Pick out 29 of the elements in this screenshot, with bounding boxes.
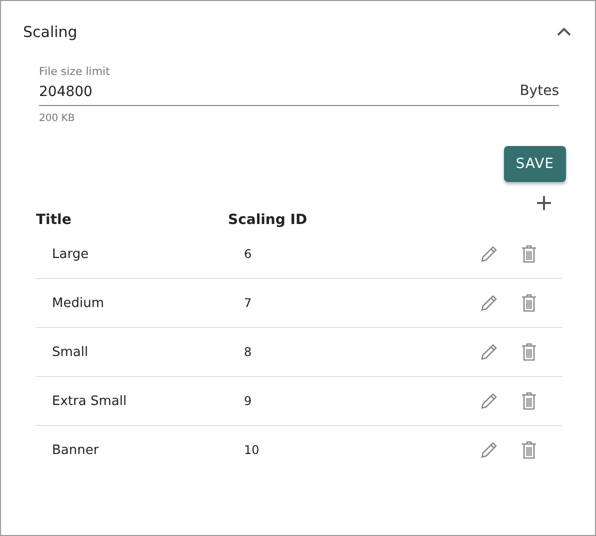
table-cell-text: 9	[243, 394, 253, 408]
unit-suffix: Bytes	[520, 83, 559, 99]
edit-icon[interactable]	[479, 391, 499, 411]
table-cell-text: 6	[243, 247, 253, 261]
column-header: Title	[36, 212, 72, 230]
column-header: Scaling ID	[228, 212, 308, 230]
table-cell-text: Large	[51, 246, 90, 262]
add-icon[interactable]	[535, 194, 553, 212]
edit-icon[interactable]	[479, 293, 499, 313]
save-button[interactable]: SAVE	[504, 146, 566, 182]
chevron-icon[interactable]	[557, 27, 571, 37]
edit-icon[interactable]	[479, 244, 499, 264]
field-label: File size limit	[39, 65, 111, 78]
delete-icon[interactable]	[519, 440, 539, 460]
field-hint: 200 KB	[39, 113, 76, 124]
table-cell-text: Medium	[51, 296, 105, 310]
delete-icon[interactable]	[519, 244, 539, 264]
delete-icon[interactable]	[519, 342, 539, 362]
edit-icon[interactable]	[479, 342, 499, 362]
panel-title: Scaling	[23, 23, 78, 41]
delete-icon[interactable]	[519, 391, 539, 411]
edit-icon[interactable]	[479, 440, 499, 460]
table-cell-text: Small	[51, 344, 90, 360]
table-cell-text: 10	[243, 443, 260, 457]
table-cell-text: 8	[243, 345, 253, 359]
delete-icon[interactable]	[519, 293, 539, 313]
table-cell-text: 7	[243, 296, 253, 310]
table-cell-text: Extra Small	[51, 394, 128, 408]
table-cell-text: Banner	[51, 442, 100, 458]
